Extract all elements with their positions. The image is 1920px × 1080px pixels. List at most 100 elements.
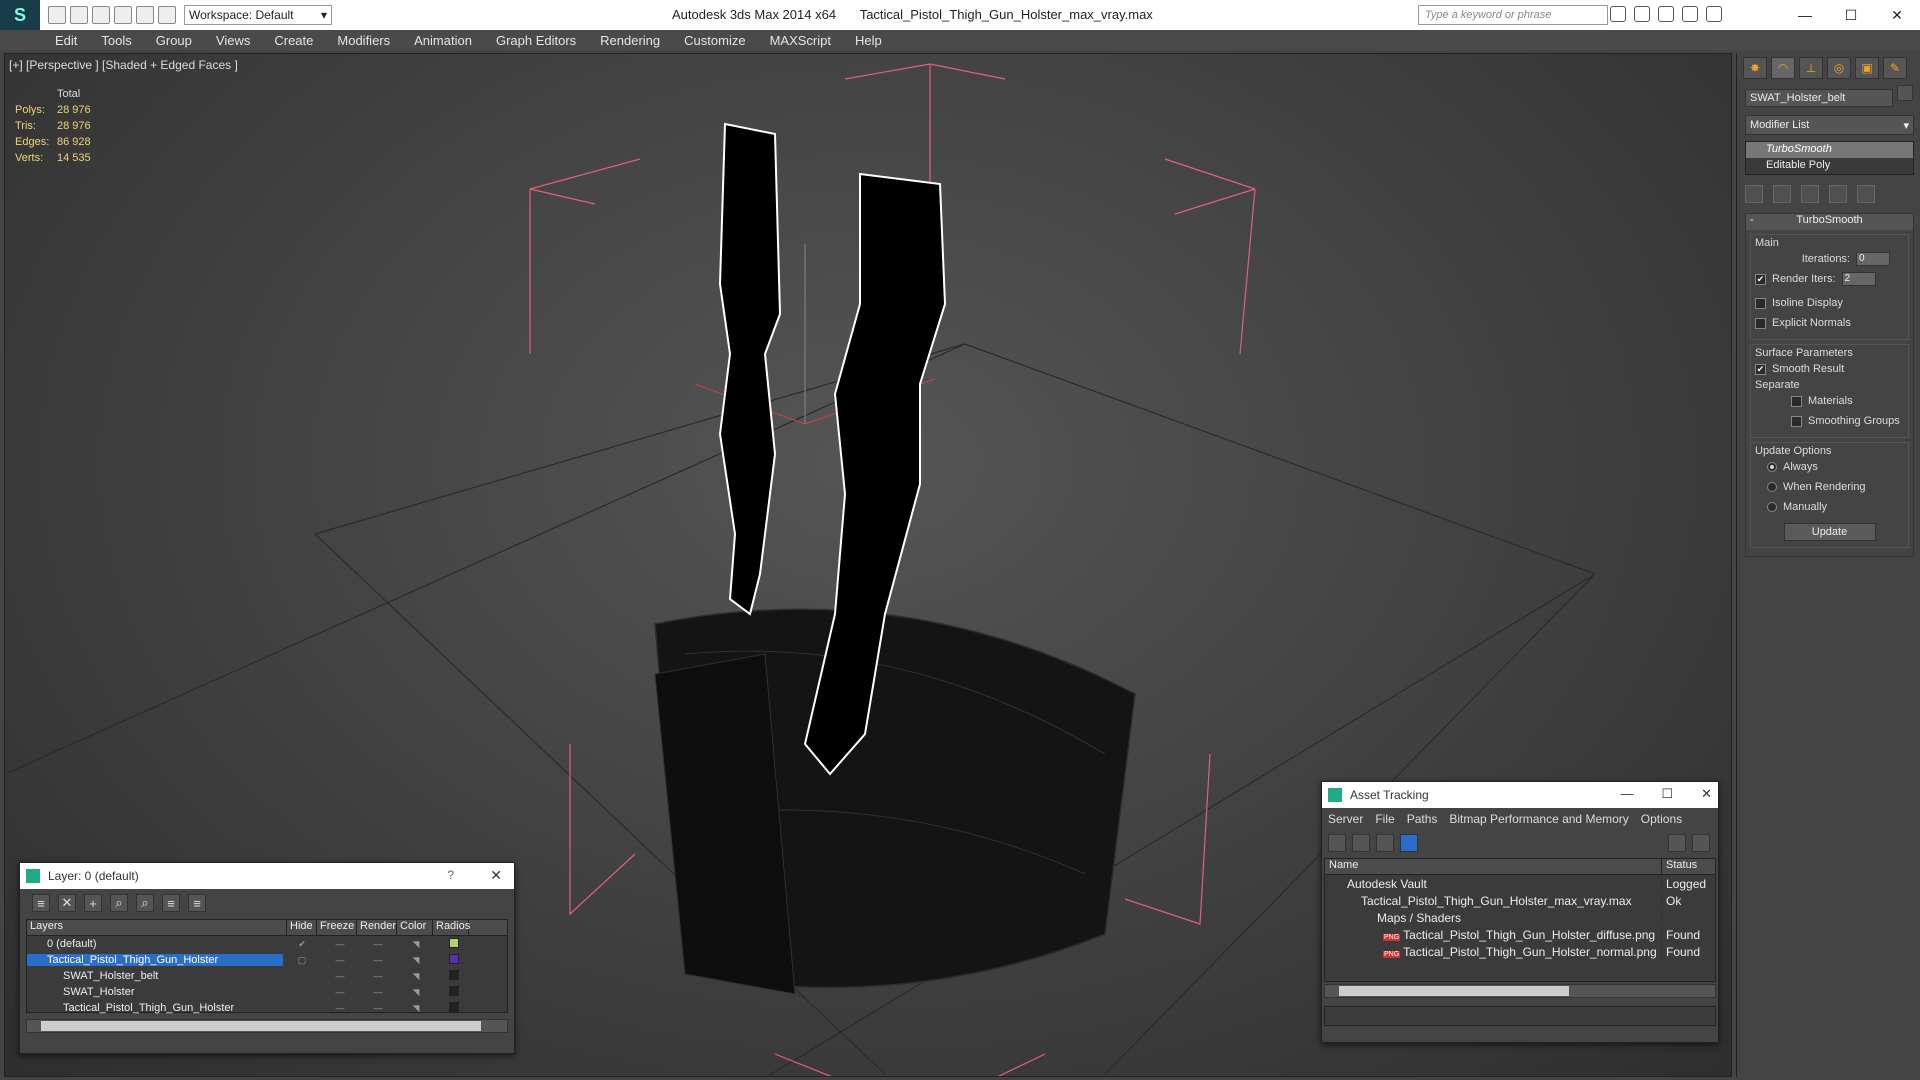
motion-tab-icon[interactable]: ◎ [1827,57,1851,79]
pin-stack-icon[interactable] [1745,185,1763,203]
asset-row[interactable]: PNG Tactical_Pistol_Thigh_Gun_Holster_dif… [1325,926,1715,943]
isoline-display-checkbox[interactable] [1755,297,1766,309]
minimize-icon[interactable]: — [1620,786,1633,802]
configure-sets-icon[interactable] [1857,185,1875,203]
layer-row[interactable]: SWAT_Holster_belt — — ◥ [27,968,507,984]
help-button[interactable]: ? [447,868,454,882]
asset-row[interactable]: Autodesk Vault Logged [1325,875,1715,892]
hierarchy-tab-icon[interactable]: ⊥ [1799,57,1823,79]
show-end-result-icon[interactable] [1773,185,1791,203]
menu-paths[interactable]: Paths [1407,812,1438,826]
render-iters-spinner[interactable]: 2 [1841,272,1876,286]
asset-row[interactable]: Tactical_Pistol_Thigh_Gun_Holster_max_vr… [1325,892,1715,909]
subscription-icon[interactable] [1634,6,1650,22]
horizontal-scrollbar[interactable] [26,1019,508,1033]
object-color-swatch[interactable] [1897,85,1913,101]
utilities-tab-icon[interactable]: ✎ [1883,57,1907,79]
thumbnail-view-icon[interactable] [1376,834,1394,852]
layer-row[interactable]: Tactical_Pistol_Thigh_Gun_Holster — — ◥ [27,1000,507,1016]
menu-file[interactable]: File [1375,812,1394,826]
add-to-layer-icon[interactable]: + [84,894,102,912]
table-view-icon[interactable] [1400,834,1418,852]
project-folder-icon[interactable] [158,6,176,24]
col-radios[interactable]: Radios [433,920,470,935]
horizontal-scrollbar[interactable] [1324,984,1716,998]
col-hide[interactable]: Hide [287,920,317,935]
menu-rendering[interactable]: Rendering [600,33,660,48]
refresh-icon[interactable] [1328,834,1346,852]
minimize-button[interactable]: — [1782,0,1828,30]
layer-row[interactable]: SWAT_Holster — — ◥ [27,984,507,1000]
help-icon[interactable] [1692,834,1710,852]
binoculars-icon[interactable] [1610,6,1626,22]
menu-help[interactable]: Help [855,33,882,48]
col-render[interactable]: Render [357,920,397,935]
asset-window-titlebar[interactable]: Asset Tracking — ☐ ✕ [1322,782,1718,808]
check-icon[interactable]: ✔ [283,939,321,950]
menu-create[interactable]: Create [274,33,313,48]
iterations-spinner[interactable]: 0 [1856,252,1890,266]
explicit-normals-checkbox[interactable] [1755,317,1766,329]
col-color[interactable]: Color [397,920,433,935]
menu-options[interactable]: Options [1641,812,1682,826]
close-icon[interactable]: ✕ [490,867,502,884]
render-iters-checkbox[interactable]: ✔ [1755,273,1766,285]
remove-modifier-icon[interactable] [1829,185,1847,203]
menu-group[interactable]: Group [156,33,192,48]
close-button[interactable]: ✕ [1874,0,1920,30]
layer-color-swatch[interactable] [449,954,459,964]
app-logo-icon[interactable]: S [0,0,40,30]
help-icon[interactable] [1706,6,1722,22]
update-button[interactable]: Update [1783,523,1876,541]
object-name-field[interactable]: SWAT_Holster_belt [1745,89,1893,107]
when-rendering-radio[interactable] [1767,482,1777,492]
menu-modifiers[interactable]: Modifiers [337,33,390,48]
list-view-icon[interactable] [1352,834,1370,852]
favorites-star-icon[interactable] [1682,6,1698,22]
col-status[interactable]: Status [1662,859,1697,874]
menu-customize[interactable]: Customize [684,33,745,48]
manually-radio[interactable] [1767,502,1777,512]
layer-color-swatch[interactable] [449,986,459,996]
hide-all-icon[interactable]: ≡ [162,894,180,912]
smoothing-groups-checkbox[interactable] [1791,415,1802,427]
col-freeze[interactable]: Freeze [317,920,357,935]
highlight-layer-icon[interactable]: ⌕ [136,894,154,912]
layer-color-swatch[interactable] [449,1002,459,1012]
menu-tools[interactable]: Tools [101,33,131,48]
menu-server[interactable]: Server [1328,812,1363,826]
viewport-label[interactable]: [+] [Perspective ] [Shaded + Edged Faces… [9,58,238,72]
layer-row[interactable]: 0 (default) ✔ — — ◥ [27,936,507,952]
rollout-header[interactable]: - TurboSmooth [1746,214,1913,230]
delete-layer-icon[interactable]: ✕ [58,894,76,912]
new-file-icon[interactable] [48,6,66,24]
save-file-icon[interactable] [92,6,110,24]
asset-row[interactable]: Maps / Shaders [1325,909,1715,926]
modifier-list-dropdown[interactable]: Modifier List ▾ [1745,115,1914,135]
communication-icon[interactable] [1658,6,1674,22]
menu-maxscript[interactable]: MAXScript [770,33,831,48]
select-in-layer-icon[interactable]: ⌕ [110,894,128,912]
menu-edit[interactable]: Edit [55,33,77,48]
layer-window-titlebar[interactable]: Layer: 0 (default) ? ✕ [20,863,514,889]
asset-row[interactable]: PNG Tactical_Pistol_Thigh_Gun_Holster_nor… [1325,943,1715,960]
layer-row[interactable]: Tactical_Pistol_Thigh_Gun_Holster ▢ — — ◥ [27,952,507,968]
smooth-result-checkbox[interactable]: ✔ [1755,363,1766,375]
redo-icon[interactable] [136,6,154,24]
menu-bitmap-performance[interactable]: Bitmap Performance and Memory [1449,812,1628,826]
display-tab-icon[interactable]: ▣ [1855,57,1879,79]
layer-color-swatch[interactable] [449,970,459,980]
col-layers[interactable]: Layers [27,920,287,935]
menu-animation[interactable]: Animation [414,33,472,48]
open-file-icon[interactable] [70,6,88,24]
maximize-button[interactable]: ☐ [1828,0,1874,30]
undo-icon[interactable] [114,6,132,24]
stack-item-turbosmooth[interactable]: TurboSmooth [1746,142,1913,158]
modify-tab-icon[interactable]: ◠ [1771,57,1795,79]
new-layer-icon[interactable]: ≡ [32,894,50,912]
materials-checkbox[interactable] [1791,395,1802,407]
search-input[interactable]: Type a keyword or phrase [1418,5,1608,25]
asset-path-field[interactable] [1324,1006,1716,1026]
close-icon[interactable]: ✕ [1701,786,1712,802]
perspective-viewport[interactable]: [+] [Perspective ] [Shaded + Edged Faces… [4,53,1732,1077]
